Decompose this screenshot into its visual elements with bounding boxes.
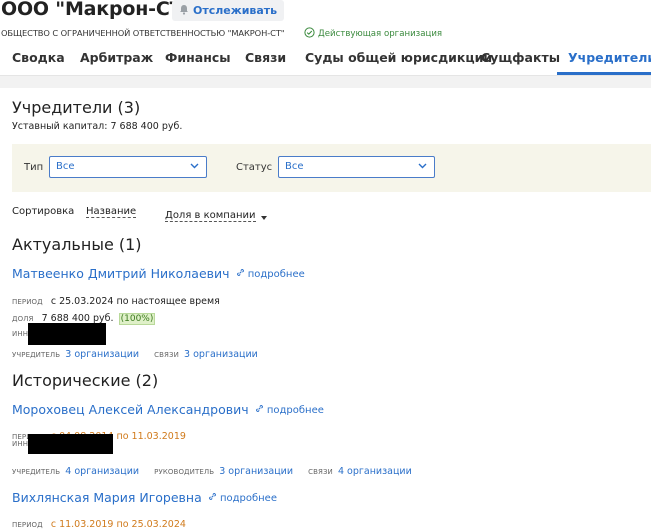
founder-entry-1: Матвеенко Дмитрий Николаевич подробнее: [12, 266, 305, 281]
link-icon: [255, 404, 267, 416]
links-caption: связи: [154, 351, 179, 359]
authorized-capital: Уставный капитал: 7 688 400 руб.: [12, 121, 183, 132]
type-filter-label: Тип: [24, 162, 44, 173]
filter-panel: Тип Все Статус Все: [12, 144, 651, 192]
inn-caption: ИНН: [12, 440, 29, 448]
share-caption: доля: [12, 315, 34, 323]
more-label: подробнее: [247, 268, 305, 280]
founder-entry-2: Мороховец Алексей Александрович подробне…: [12, 402, 324, 417]
founder-caption: учредитель: [12, 351, 61, 359]
founder-name-link[interactable]: Мороховец Алексей Александрович: [12, 402, 249, 417]
founder-entry-3: Вихлянская Мария Игоревна подробнее: [12, 490, 277, 505]
founder-name-link[interactable]: Матвеенко Дмитрий Николаевич: [12, 266, 230, 281]
inn-caption: ИНН: [12, 330, 29, 338]
chevron-down-icon: [189, 160, 200, 174]
link-icon: [208, 492, 220, 504]
links-orgs-link[interactable]: 3 организации: [184, 349, 258, 360]
status-badge: Действующая организация: [304, 27, 442, 41]
divider: [0, 76, 651, 88]
status-filter-label: Статус: [236, 162, 273, 173]
tab-founders[interactable]: Учредители: [568, 50, 651, 65]
historic-heading: Исторические (2): [12, 371, 159, 390]
period-caption: период: [12, 521, 43, 529]
founder-orgs-link[interactable]: 4 организации: [65, 466, 139, 477]
founder-orgs-link[interactable]: 3 организации: [65, 349, 139, 360]
sort-by-name[interactable]: Название: [86, 206, 137, 218]
more-link[interactable]: подробнее: [255, 404, 324, 416]
type-select-value: Все: [56, 161, 75, 172]
status-select[interactable]: Все: [278, 156, 435, 178]
founders-heading: Учредители (3): [12, 98, 141, 117]
active-tab-indicator: [557, 72, 651, 75]
tab-finance[interactable]: Финансы: [165, 50, 231, 65]
bell-icon: [179, 4, 189, 18]
relations-row: учредитель 3 организации связи 3 организ…: [12, 342, 258, 361]
head-caption: руководитель: [154, 468, 215, 476]
chevron-down-icon: [417, 160, 428, 174]
founder-name-link[interactable]: Вихлянская Мария Игоревна: [12, 490, 202, 505]
type-select[interactable]: Все: [49, 156, 207, 178]
status-text: Действующая организация: [318, 29, 443, 39]
actual-heading: Актуальные (1): [12, 235, 142, 254]
relations-row: учредитель 4 организации руководитель 3 …: [12, 459, 412, 478]
links-orgs-link[interactable]: 4 организации: [338, 466, 412, 477]
inn-row: ИНН: [12, 434, 114, 454]
head-orgs-link[interactable]: 3 организации: [219, 466, 293, 477]
more-label: подробнее: [219, 492, 277, 504]
status-select-value: Все: [285, 161, 304, 172]
period-caption: период: [12, 298, 43, 306]
period-row: период с 11.03.2019 по 25.03.2024: [12, 512, 186, 531]
links-caption: связи: [308, 468, 333, 476]
tab-connections[interactable]: Связи: [245, 50, 286, 65]
follow-button[interactable]: Отслеживать: [172, 0, 285, 21]
tab-courts[interactable]: Суды общей юрисдикции: [305, 50, 492, 65]
sort-by-share[interactable]: Доля в компании: [165, 206, 268, 225]
tab-summary[interactable]: Сводка: [12, 50, 65, 65]
tab-bar: Сводка Арбитраж Финансы Связи Суды общей…: [0, 43, 651, 76]
company-title: ООО "Макрон-СТ": [1, 0, 193, 20]
tab-arbitration[interactable]: Арбитраж: [80, 50, 153, 65]
more-link[interactable]: подробнее: [208, 492, 277, 504]
redacted-block: [28, 434, 114, 454]
founder-caption: учредитель: [12, 468, 61, 476]
follow-label: Отслеживать: [193, 4, 278, 17]
more-link[interactable]: подробнее: [236, 268, 305, 280]
caret-down-icon: [260, 206, 268, 225]
share-percent-badge: (100%): [118, 313, 156, 325]
period-value: с 11.03.2019 по 25.03.2024: [50, 519, 186, 530]
link-icon: [236, 268, 248, 280]
sort-label: Сортировка: [12, 206, 75, 217]
sort-by-share-label: Доля в компании: [165, 209, 256, 222]
more-label: подробнее: [266, 404, 324, 416]
check-circle-icon: [304, 27, 315, 41]
company-full-name: ОБЩЕСТВО С ОГРАНИЧЕННОЙ ОТВЕТСТВЕННОСТЬЮ…: [1, 28, 285, 38]
tab-facts[interactable]: Сущфакты: [481, 50, 560, 65]
